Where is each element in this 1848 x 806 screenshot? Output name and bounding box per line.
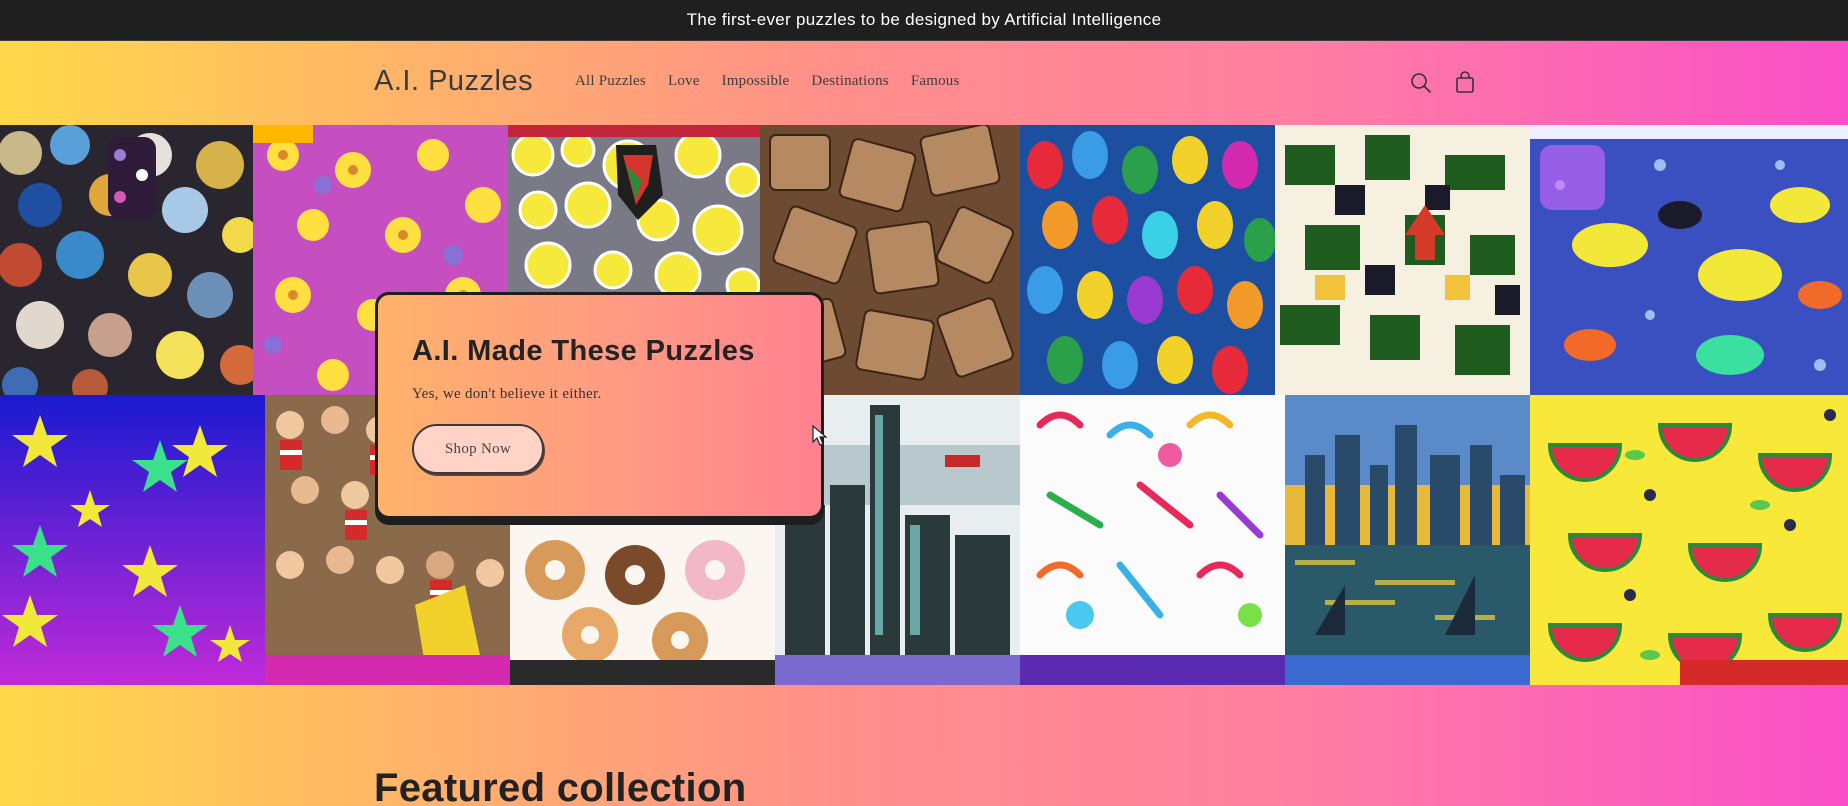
tile-balloons (1020, 125, 1275, 395)
tile-candy (1020, 395, 1285, 685)
mouse-cursor-icon (812, 425, 828, 446)
site-header: A.I. Puzzles All Puzzles Love Impossible… (0, 41, 1848, 125)
tile-watermelon (1530, 395, 1848, 685)
featured-collection-title: Featured collection (374, 766, 747, 806)
tile-marbles (0, 125, 253, 395)
shop-now-button[interactable]: Shop Now (412, 424, 544, 474)
search-icon[interactable] (1408, 70, 1434, 96)
hero-mosaic (0, 125, 1848, 685)
nav-impossible[interactable]: Impossible (722, 73, 790, 90)
nav-love[interactable]: Love (668, 73, 700, 90)
main-nav: All Puzzles Love Impossible Destinations… (575, 73, 982, 90)
tile-stars (0, 395, 265, 685)
nav-all-puzzles[interactable]: All Puzzles (575, 73, 646, 90)
tile-fish (1530, 125, 1848, 395)
hero-title: A.I. Made These Puzzles (412, 335, 755, 367)
site-logo[interactable]: A.I. Puzzles (374, 65, 533, 98)
nav-famous[interactable]: Famous (911, 73, 960, 90)
announcement-bar: The first-ever puzzles to be designed by… (0, 0, 1848, 41)
tile-harbor-painting (1285, 395, 1530, 685)
tile-jigsaw-camo (1275, 125, 1530, 395)
cart-icon[interactable] (1452, 70, 1478, 96)
nav-destinations[interactable]: Destinations (811, 73, 888, 90)
hero-card: A.I. Made These Puzzles Yes, we don't be… (375, 292, 824, 519)
hero-subtitle: Yes, we don't believe it either. (412, 386, 602, 402)
announcement-text: The first-ever puzzles to be designed by… (686, 10, 1162, 29)
